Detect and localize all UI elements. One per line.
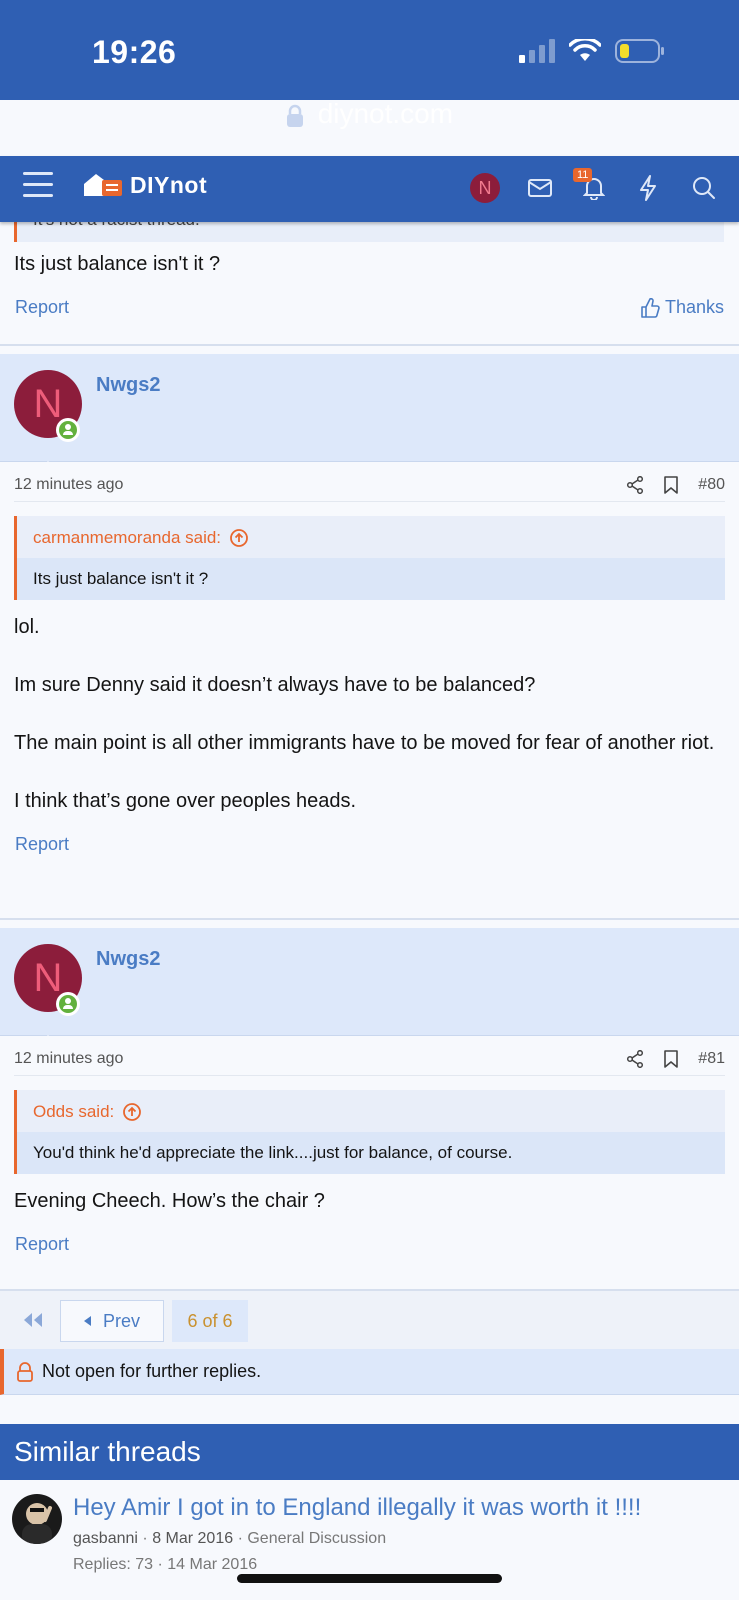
user-avatar[interactable]: N [470, 173, 500, 203]
share-icon[interactable] [624, 474, 646, 496]
post-text: Its just balance isn't it ? [14, 253, 221, 275]
post-text: The main point is all other immigrants h… [14, 732, 715, 754]
post-footer: Report [0, 1234, 739, 1255]
app-header: DIYnot N 11 [0, 156, 739, 222]
quote-header[interactable]: Odds said: [17, 1090, 725, 1132]
online-status-icon [56, 992, 80, 1016]
thread-date[interactable]: 8 Mar 2016 [152, 1530, 233, 1547]
logo[interactable]: DIYnot [82, 170, 207, 200]
quote-block: Odds said: You'd think he'd appreciate t… [14, 1090, 725, 1174]
post-body: Evening Cheech. How’s the chair ? [0, 1174, 739, 1216]
report-link[interactable]: Report [15, 1234, 69, 1254]
post-time[interactable]: 12 minutes ago [14, 1050, 123, 1068]
last-reply-date: 14 Mar 2016 [167, 1556, 258, 1573]
lightning-icon[interactable] [634, 174, 662, 202]
status-icons [519, 38, 665, 64]
quote-author: Odds said: [33, 1102, 115, 1121]
thanks-button[interactable]: Thanks [640, 297, 724, 318]
quote-text: You'd think he'd appreciate the link....… [17, 1132, 725, 1174]
post-text: I think that’s gone over peoples heads. [14, 790, 357, 812]
post-body: lol. Im sure Denny said it doesn’t alway… [0, 600, 739, 816]
logo-house-icon [84, 174, 122, 196]
thanks-label: Thanks [664, 297, 724, 317]
username[interactable]: Nwgs2 [96, 374, 160, 397]
online-status-icon [56, 418, 80, 442]
post-actions: #81 [610, 1048, 725, 1070]
notification-badge: 11 [573, 168, 593, 182]
mail-icon[interactable] [526, 174, 554, 202]
battery-icon [615, 39, 664, 63]
post-user-block: N Nwgs2 [0, 928, 739, 1047]
report-link[interactable]: Report [15, 297, 69, 318]
post-number[interactable]: #81 [698, 1050, 725, 1068]
post-footer: Report [0, 834, 739, 855]
thread-forum[interactable]: General Discussion [247, 1530, 386, 1547]
quote-author: carmanmemoranda said: [33, 528, 222, 547]
post-text: Evening Cheech. How’s the chair ? [14, 1190, 325, 1212]
prev-page-button[interactable]: Prev [60, 1300, 164, 1342]
similar-threads-heading: Similar threads [0, 1424, 739, 1480]
pagination: Prev 6 of 6 [0, 1289, 739, 1349]
url-text: diynot.com [317, 98, 454, 129]
jump-up-icon[interactable] [122, 1102, 142, 1122]
closed-notice: Not open for further replies. [0, 1349, 739, 1395]
prev-arrow-icon [83, 1316, 91, 1326]
logo-text: DIYnot [130, 171, 208, 198]
share-icon[interactable] [624, 1048, 646, 1070]
prev-label: Prev [102, 1310, 140, 1331]
replies-count: Replies: 73 [73, 1556, 154, 1573]
first-page-icon[interactable] [22, 1311, 44, 1329]
quote-fragment: It's not a racist thread. [14, 222, 724, 242]
closed-notice-text: Not open for further replies. [42, 1361, 262, 1381]
wifi-icon [569, 39, 601, 61]
lock-icon [17, 1361, 33, 1382]
post: N Nwgs2 12 minutes ago #80 carmanmemoran… [0, 354, 739, 920]
thread-meta: gasbanni · 8 Mar 2016 · General Discussi… [73, 1530, 387, 1547]
lock-icon [286, 104, 303, 127]
menu-icon[interactable] [23, 172, 53, 202]
post-text: lol. [14, 616, 40, 638]
bookmark-icon[interactable] [660, 474, 682, 496]
quote-fragment-text: It's not a racist thread. [33, 222, 200, 230]
signal-icon [519, 39, 555, 63]
post-meta: 12 minutes ago #81 [14, 1036, 725, 1076]
bookmark-icon[interactable] [660, 1048, 682, 1070]
post: N Nwgs2 12 minutes ago #81 Odds said: Yo… [0, 928, 739, 1288]
thread-author[interactable]: gasbanni [73, 1530, 138, 1547]
thread-title[interactable]: Hey Amir I got in to England illegally i… [73, 1494, 641, 1522]
post-text: Im sure Denny said it doesn’t always hav… [14, 674, 536, 696]
status-bar: 19:26 [0, 0, 739, 100]
quote-block: carmanmemoranda said: Its just balance i… [14, 516, 725, 600]
post-actions: #80 [610, 474, 725, 496]
jump-up-icon[interactable] [229, 528, 249, 548]
post-number[interactable]: #80 [698, 476, 725, 494]
home-indicator[interactable] [237, 1574, 502, 1583]
post-meta: 12 minutes ago #80 [14, 462, 725, 502]
username[interactable]: Nwgs2 [96, 948, 160, 971]
quote-header[interactable]: carmanmemoranda said: [17, 516, 725, 558]
previous-post-tail: It's not a racist thread. Its just balan… [0, 222, 739, 346]
quote-text: Its just balance isn't it ? [17, 558, 725, 600]
current-page-button[interactable]: 6 of 6 [172, 1300, 248, 1342]
report-link[interactable]: Report [15, 834, 69, 854]
url-bar[interactable]: diynot.com [0, 98, 739, 130]
thread-replies: Replies: 73 · 14 Mar 2016 [73, 1556, 258, 1573]
search-icon[interactable] [690, 174, 718, 202]
status-time: 19:26 [92, 34, 177, 70]
post-user-block: N Nwgs2 [0, 354, 739, 473]
thread-author-avatar[interactable] [12, 1494, 62, 1544]
thumbs-up-icon [641, 297, 660, 318]
post-time[interactable]: 12 minutes ago [14, 476, 123, 494]
